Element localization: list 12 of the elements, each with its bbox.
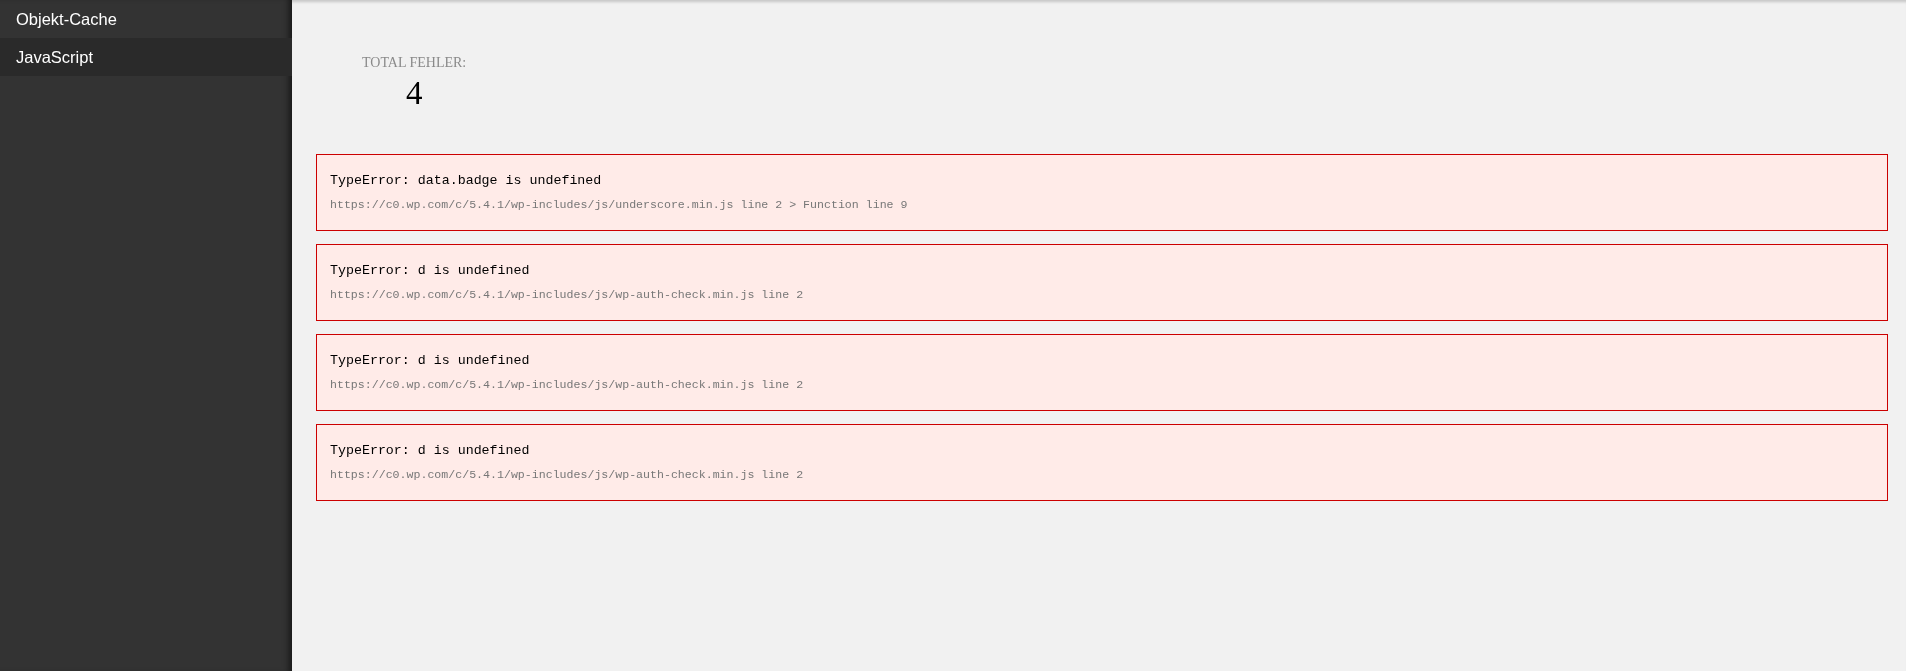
sidebar-item[interactable]: JavaScript — [0, 38, 292, 76]
error-message: TypeError: d is undefined — [330, 442, 531, 460]
total-errors-count: 4 — [405, 74, 423, 112]
error-source: https://c0.wp.com/c/5.4.1/wp-includes/js/wp-auth-check.min.js line 2 — [330, 287, 805, 303]
error-source: https://c0.wp.com/c/5.4.1/wp-includes/js/wp-auth-check.min.js line 2 — [330, 377, 805, 393]
error-source: https://c0.wp.com/c/5.4.1/wp-includes/js/wp-auth-check.min.js line 2 — [330, 467, 805, 483]
total-errors-label: TOTAL FEHLER: — [362, 54, 467, 72]
error-message: TypeError: data.badge is undefined — [330, 172, 603, 190]
sidebar-item[interactable]: Objekt-Cache — [0, 0, 292, 38]
error-source: https://c0.wp.com/c/5.4.1/wp-includes/js/underscore.min.js line 2 > Function line 9 — [330, 197, 909, 213]
error-message: TypeError: d is undefined — [330, 352, 531, 370]
error-message: TypeError: d is undefined — [330, 262, 531, 280]
